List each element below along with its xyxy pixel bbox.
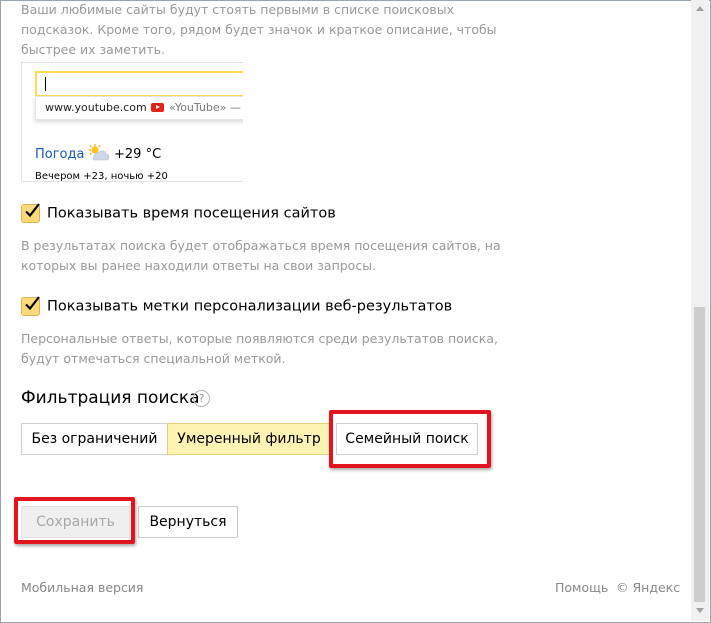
intro-text-line: быстрее их заметить. [21,42,165,57]
preview-suggest-desc: «YouTube» — [169,101,241,114]
personalization-label: Показывать метки персонализации веб-резу… [47,298,453,315]
personalization-option[interactable]: Показывать метки персонализации веб-резу… [21,296,453,316]
personalization-hint: Персональные ответы, которые появляются … [21,329,498,369]
scrollbar-thumb[interactable] [694,307,705,602]
visit-time-label: Показывать время посещения сайтов [47,205,336,222]
hint-line: которых вы ранее находили ответы на свои… [21,258,377,273]
help-link[interactable]: Помощь [555,580,608,595]
family-filter-highlight [329,410,491,468]
visit-time-hint: В результатах поиска будет отображаться … [21,236,501,276]
copyright-link[interactable]: © Яндекс [616,580,680,595]
vertical-scrollbar[interactable] [691,0,709,621]
mobile-version-link[interactable]: Мобильная версия [21,580,143,595]
filter-no-restrictions[interactable]: Без ограничений [21,423,168,455]
visit-time-option[interactable]: Показывать время посещения сайтов [21,203,336,223]
intro-text-line: Ваши любимые сайты будут стоять первыми … [21,2,455,17]
scroll-down-icon[interactable] [696,608,704,613]
preview-weather-temp: +29 °C [114,147,162,162]
intro-text: Ваши любимые сайты будут стоять первыми … [21,0,497,60]
back-button[interactable]: Вернуться [138,506,238,538]
filter-moderate[interactable]: Умеренный фильтр [167,423,331,455]
scroll-up-icon[interactable] [696,6,704,11]
checkmark-icon [25,203,40,218]
intro-text-line: подсказок. Кроме того, рядом будет значо… [21,22,497,37]
suggest-preview-image: www.youtube.com «YouTube» — Погода +29 °… [21,62,243,182]
hint-line: Персональные ответы, которые появляются … [21,331,498,346]
settings-page: Ваши любимые сайты будут стоять первыми … [0,0,691,621]
personalization-checkbox[interactable] [21,296,40,316]
preview-weather-forecast: Вечером +23, ночью +20 [35,171,168,182]
youtube-icon [151,103,164,112]
hint-line: В результатах поиска будет отображаться … [21,238,501,253]
save-button-highlight [14,497,135,544]
visit-time-checkbox[interactable] [21,203,40,223]
sun-cloud-icon [88,144,110,161]
preview-suggest-url: www.youtube.com [45,101,147,114]
search-filter-title: Фильтрация поиска [21,388,200,408]
help-icon[interactable]: ? [193,390,210,407]
preview-search-box [35,71,243,97]
checkmark-icon [25,296,40,311]
hint-line: будут отмечаться специальной меткой. [21,351,286,366]
preview-weather-label: Погода [35,147,85,162]
preview-suggest-item: www.youtube.com «YouTube» — [35,96,243,120]
